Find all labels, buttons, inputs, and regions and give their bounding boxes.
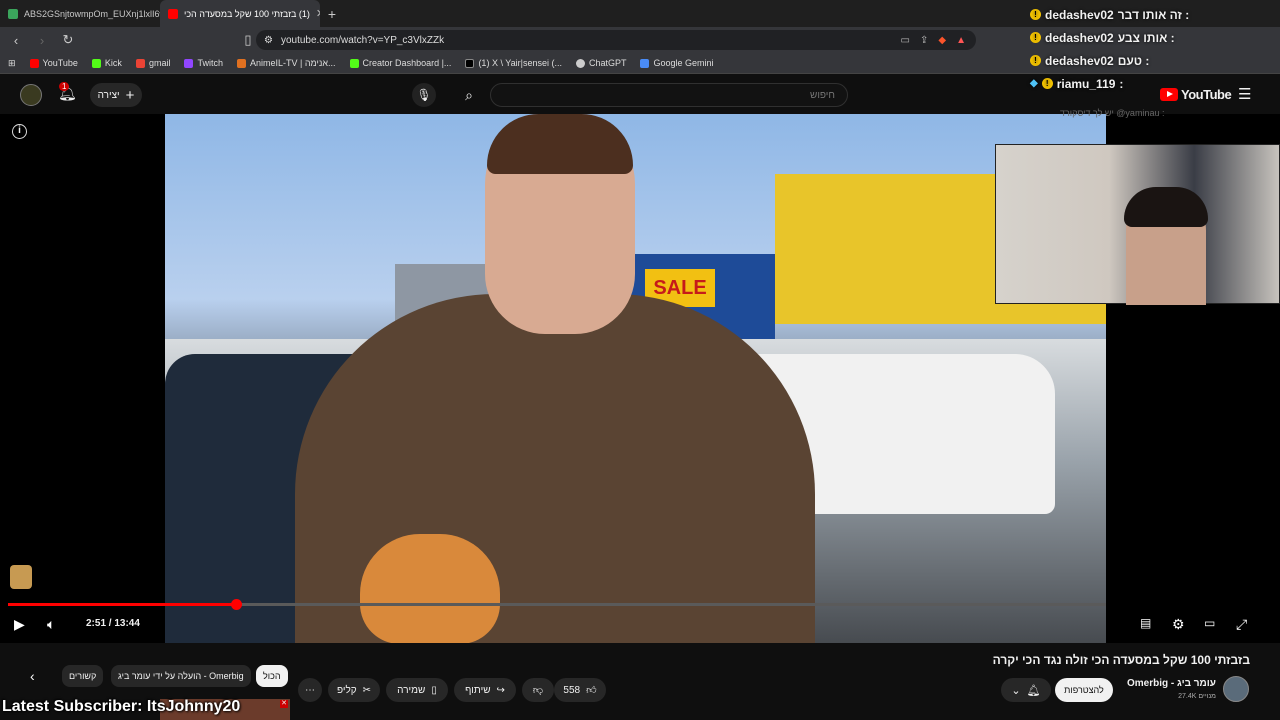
bookmark-twitch[interactable]: Twitch — [184, 58, 223, 68]
bookmark-save-icon: ▯ — [431, 684, 437, 696]
site-info-icon[interactable]: ⚙ — [264, 35, 273, 46]
browser-tab-active[interactable]: (1) בזבזתי 100 שקל במסעדה הכי ✕ — [160, 0, 320, 27]
bookmark-kick[interactable]: Kick — [91, 58, 122, 68]
channel-name[interactable]: Omerbig - עומר ביג — [1100, 678, 1216, 689]
like-button[interactable]: 558 👍︎ — [554, 678, 606, 702]
search-input[interactable] — [490, 83, 848, 107]
chevron-down-icon: ⌄ — [1011, 684, 1021, 697]
volume-icon[interactable]: 🔈︎ — [47, 616, 55, 633]
burger — [360, 534, 500, 643]
x-icon — [465, 58, 475, 68]
tab-favicon-icon — [8, 8, 18, 19]
chips-prev-icon[interactable]: ‹ — [30, 668, 35, 684]
thumbs-up-icon: 👍︎ — [586, 685, 597, 696]
join-button[interactable]: להצטרפות — [1055, 678, 1113, 702]
info-icon[interactable]: i — [12, 124, 27, 139]
latest-subscriber-overlay: Latest Subscriber: ItsJohnny20 — [2, 698, 241, 715]
close-icon[interactable]: ✕ — [280, 700, 288, 708]
video-frame: SALE — [165, 114, 1106, 643]
bookmark-chatgpt[interactable]: ChatGPT — [575, 58, 626, 68]
thumbs-down-icon: 👎︎ — [532, 685, 544, 696]
theater-mode-icon[interactable]: ▭ — [1204, 616, 1215, 630]
create-button[interactable]: יצירה + — [90, 83, 142, 107]
brave-shield-icon[interactable]: ◆ — [938, 35, 946, 46]
chat-overlay: ! dedashev02 : זה אותו דבר ! dedashev02 … — [1030, 3, 1280, 95]
chat-message: ! dedashev02 : אותו צבע — [1030, 26, 1280, 49]
time-display: 2:51 / 13:44 — [86, 618, 140, 629]
animeil-icon — [236, 58, 246, 68]
youtube-favicon-icon — [168, 8, 178, 19]
progress-bar[interactable] — [8, 599, 1106, 610]
voice-search-icon[interactable]: 🎙︎ — [412, 83, 436, 107]
faded-chat-message: יש לך דיסקורד @yaminau : — [1060, 108, 1165, 118]
tab-label: ABS2GSnjtowmpOm_EUXnj1lxlI6wK — [24, 8, 160, 19]
subscribed-button[interactable]: ⌄ 🔔︎ — [1001, 678, 1051, 702]
more-actions-button[interactable]: ⋯ — [298, 678, 322, 702]
save-button[interactable]: שמירה ▯ — [386, 678, 448, 702]
bookmark-youtube[interactable]: YouTube — [29, 58, 78, 68]
search-icon[interactable]: ⌕ — [456, 83, 482, 107]
kick-icon — [91, 58, 101, 68]
scissors-icon: ✂ — [362, 684, 372, 696]
new-tab-button[interactable]: + — [320, 6, 344, 22]
forward-icon[interactable]: › — [32, 33, 52, 48]
dislike-button[interactable]: 👎︎ — [522, 678, 554, 702]
kick-icon — [349, 58, 359, 68]
reload-icon[interactable]: ↻ — [58, 32, 78, 48]
badge-icon: ! — [1030, 9, 1041, 20]
chip-related[interactable]: קשורים — [62, 665, 104, 687]
chip-uploaded-by[interactable]: הועלה על ידי עומר ביג - Omerbig — [111, 665, 251, 687]
video-title: בזבזתי 100 שקל במסעדה הכי זולה נגד הכי י… — [992, 653, 1250, 667]
subtitles-icon[interactable]: ▤ — [1140, 616, 1151, 630]
more-horizontal-icon: ⋯ — [305, 684, 315, 696]
share-button[interactable]: שיתוף ↪ — [454, 678, 516, 702]
webcam-overlay — [995, 144, 1280, 305]
url-text: youtube.com/watch?v=YP_c3VlxZZk — [280, 34, 445, 46]
bookmark-animeil[interactable]: AnimeIL-TV | אנימה... — [236, 58, 336, 68]
youtube-icon — [29, 58, 39, 68]
scrubber-handle[interactable] — [230, 599, 242, 610]
chat-message: ◆ ! riamu_119 : — [1030, 76, 1124, 91]
subscriber-count: 27.4K מנויים — [1178, 693, 1216, 700]
plus-icon: + — [125, 86, 135, 104]
gem-icon: ◆ — [1030, 78, 1038, 89]
browser-tab[interactable]: ABS2GSnjtowmpOm_EUXnj1lxlI6wK — [0, 0, 160, 27]
account-avatar[interactable] — [20, 84, 42, 106]
alert-icon[interactable]: ▲ — [956, 35, 966, 46]
gmail-icon — [135, 58, 145, 68]
chatgpt-icon — [575, 58, 585, 68]
channel-avatar[interactable] — [1223, 676, 1249, 702]
settings-gear-icon[interactable]: ⚙ — [1172, 616, 1185, 633]
clip-button[interactable]: קליפ ✂ — [328, 678, 380, 702]
fullscreen-icon[interactable]: ⤢ — [1236, 616, 1247, 633]
bookmark-gmail[interactable]: gmail — [135, 58, 170, 68]
streamer-emote-icon — [10, 565, 32, 589]
gemini-icon — [640, 58, 650, 68]
chat-message: ! dedashev02 : זה אותו דבר — [1030, 3, 1280, 26]
chat-message: ! dedashev02 : טעם — [1030, 49, 1280, 72]
twitch-icon — [184, 58, 194, 68]
bell-icon: 🔔︎ — [1026, 684, 1041, 697]
bookmark-x[interactable]: (1) X \ Yair|sensei (... — [465, 58, 562, 68]
bookmark-creator-dashboard[interactable]: Creator Dashboard |... — [349, 58, 451, 68]
back-icon[interactable]: ‹ — [6, 33, 26, 48]
badge-icon: ! — [1030, 32, 1041, 43]
tab-label: (1) בזבזתי 100 שקל במסעדה הכי — [184, 8, 310, 19]
share-arrow-icon: ↪ — [496, 684, 505, 696]
play-icon[interactable]: ▶ — [14, 616, 25, 633]
bookmark-gemini[interactable]: Google Gemini — [640, 58, 714, 68]
bookmark-icon[interactable]: ▯ — [238, 32, 258, 48]
badge-icon: ! — [1041, 78, 1053, 89]
progress-fill — [8, 603, 236, 606]
apps-grid-icon[interactable]: ⊞ — [8, 58, 16, 69]
url-field[interactable]: ⚙ youtube.com/watch?v=YP_c3VlxZZk ▭ ⇪ ◆ … — [256, 30, 976, 50]
badge-icon: ! — [1030, 55, 1041, 66]
cast-icon[interactable]: ▭ — [901, 35, 910, 46]
chip-all[interactable]: הכול — [256, 665, 288, 687]
share-icon[interactable]: ⇪ — [920, 35, 928, 46]
